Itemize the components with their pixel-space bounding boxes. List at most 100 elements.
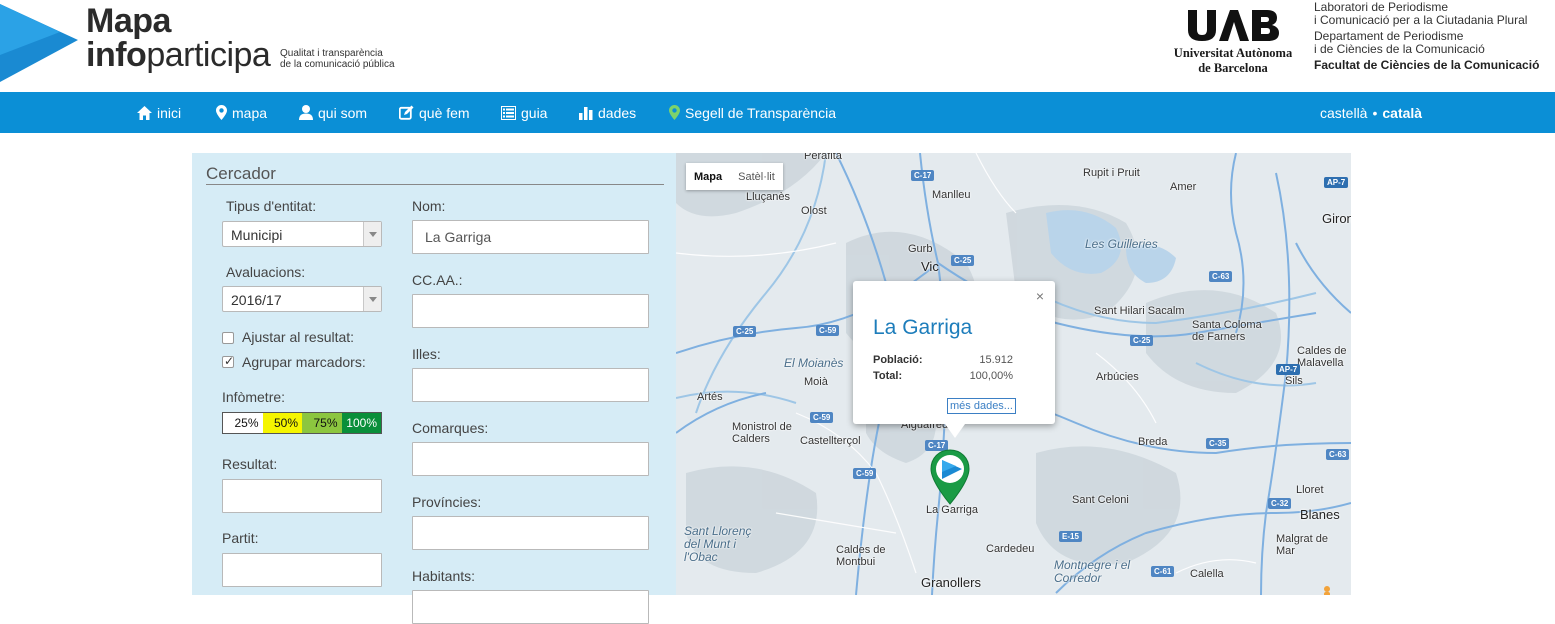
map-marker-icon <box>216 105 227 120</box>
name-input[interactable]: La Garriga <box>412 220 649 254</box>
logo-title-line2[interactable]: infoparticipa <box>86 36 271 74</box>
road-badge: C-25 <box>1130 335 1154 346</box>
map-label: Olost <box>801 205 827 217</box>
map-label: Calella <box>1190 568 1224 580</box>
map-label: Breda <box>1138 436 1168 448</box>
map-label: Lluçanès <box>746 191 791 203</box>
ccaa-label: CC.AA.: <box>412 272 463 288</box>
evaluations-select[interactable]: 2016/17 <box>222 286 382 312</box>
map-view[interactable]: Mapa Satèl·lit Perafita Manlleu Rupit i … <box>676 153 1351 595</box>
map-type-satellite-button[interactable]: Satèl·lit <box>730 163 783 190</box>
meter-label: Infòmetre: <box>222 389 286 405</box>
adjust-label: Ajustar al resultat: <box>242 329 355 345</box>
road-badge: AP-7 <box>1276 364 1301 375</box>
map-type-map-button[interactable]: Mapa <box>686 163 730 190</box>
map-label: Sils <box>1285 375 1303 387</box>
provinces-input[interactable] <box>412 516 649 550</box>
map-label: Sant Celoni <box>1072 494 1129 506</box>
adjust-checkbox[interactable] <box>222 332 234 344</box>
evaluations-label: Avaluacions: <box>226 264 306 280</box>
road-badge: E-15 <box>1059 531 1082 542</box>
close-icon[interactable]: × <box>1036 288 1044 304</box>
list-icon <box>501 105 516 120</box>
map-label: Rupit i Pruit <box>1083 167 1140 179</box>
department-info: Laboratori de Periodisme i Comunicació pe… <box>1314 0 1540 72</box>
party-label: Partit: <box>222 530 259 546</box>
nav-item-que-fem[interactable]: què fem <box>399 92 470 133</box>
comarques-input[interactable] <box>412 442 649 476</box>
main-navbar: inici mapa qui som què fem guia dades Se… <box>0 92 1555 133</box>
islands-input[interactable] <box>412 368 649 402</box>
nav-item-mapa[interactable]: mapa <box>216 92 267 133</box>
map-label: Monistrol de Calders <box>732 421 792 445</box>
map-label: Moià <box>804 376 828 388</box>
logo-title-line1[interactable]: Mapa <box>86 2 171 40</box>
road-badge: C-59 <box>816 325 840 336</box>
map-label: El Moianès <box>784 356 844 370</box>
meter-level-25[interactable]: 25% <box>223 413 263 433</box>
map-label: Montnegre i el Corredor <box>1054 558 1131 585</box>
lang-castellano-link[interactable]: castellà <box>1320 105 1367 121</box>
map-label: Artés <box>697 391 723 403</box>
meter-level-100[interactable]: 100% <box>341 413 381 433</box>
road-badge: C-35 <box>1206 438 1230 449</box>
nav-item-segell[interactable]: Segell de Transparència <box>669 92 836 133</box>
chevron-down-icon <box>363 222 381 246</box>
map-label: Arbúcies <box>1096 371 1139 383</box>
map-label: Caldes de Malavella <box>1297 345 1347 369</box>
inhabitants-input[interactable] <box>412 590 649 624</box>
group-markers-checkbox[interactable] <box>222 354 234 368</box>
logo-tagline: Qualitat i transparència de la comunicac… <box>280 48 395 70</box>
entity-type-select[interactable]: Municipi <box>222 221 382 247</box>
map-label: Cardedeu <box>986 543 1035 555</box>
popup-title: La Garriga <box>873 316 973 339</box>
inhabitants-label: Habitants: <box>412 568 476 584</box>
nav-item-dades[interactable]: dades <box>579 92 636 133</box>
map-label: Vic <box>921 259 939 274</box>
map-label: Girona <box>1322 211 1351 226</box>
map-label: Lloret <box>1296 484 1324 496</box>
result-label: Resultat: <box>222 456 278 472</box>
result-input[interactable] <box>222 479 382 513</box>
nav-item-inici[interactable]: inici <box>137 92 181 133</box>
chevron-down-icon <box>363 287 381 311</box>
meter-level-50[interactable]: 50% <box>262 413 302 433</box>
map-label: Gurb <box>908 243 933 255</box>
bar-chart-icon <box>579 106 593 120</box>
party-input[interactable] <box>222 553 382 587</box>
edit-icon <box>399 105 414 120</box>
road-badge: C-63 <box>1209 271 1233 282</box>
road-badge: AP-7 <box>1324 177 1349 188</box>
map-type-control: Mapa Satèl·lit <box>686 163 783 190</box>
lang-catala-link[interactable]: català <box>1382 105 1422 121</box>
nav-item-guia[interactable]: guia <box>501 92 547 133</box>
map-label: Perafita <box>804 153 842 162</box>
map-label: Les Guilleries <box>1085 237 1158 251</box>
meter-level-75[interactable]: 75% <box>302 413 342 433</box>
ccaa-input[interactable] <box>412 294 649 328</box>
logo-icon[interactable] <box>0 0 84 84</box>
nav-item-qui-som[interactable]: qui som <box>299 92 367 133</box>
more-data-link[interactable]: més dades... <box>947 398 1016 414</box>
islands-label: Illes: <box>412 346 441 362</box>
map-label: Caldes de Montbui <box>836 544 886 568</box>
popup-population-row: Població: 15.912 <box>873 354 1013 366</box>
road-badge: C-59 <box>810 412 834 423</box>
municipality-marker-icon[interactable] <box>928 448 972 506</box>
comarques-label: Comarques: <box>412 420 489 436</box>
provinces-label: Províncies: <box>412 494 482 510</box>
map-label: Sant Hilari Sacalm <box>1094 305 1185 317</box>
uab-logo-icon[interactable] <box>1186 8 1280 42</box>
lang-separator: • <box>1372 104 1378 121</box>
search-title: Cercador <box>206 164 276 183</box>
name-label: Nom: <box>412 198 446 214</box>
map-label: Sant Llorenç del Munt i l'Obac <box>684 524 752 564</box>
road-badge: C-17 <box>911 170 935 181</box>
language-switcher: castellà • català <box>1320 92 1422 133</box>
divider <box>206 184 664 185</box>
map-label: Amer <box>1170 181 1197 193</box>
site-header: Mapa infoparticipa Qualitat i transparèn… <box>0 0 1555 92</box>
popup-total-row: Total: 100,00% <box>873 370 1013 382</box>
pegman-icon[interactable] <box>1319 584 1335 595</box>
search-panel: Cercador Tipus d'entitat: Municipi Avalu… <box>192 153 676 624</box>
